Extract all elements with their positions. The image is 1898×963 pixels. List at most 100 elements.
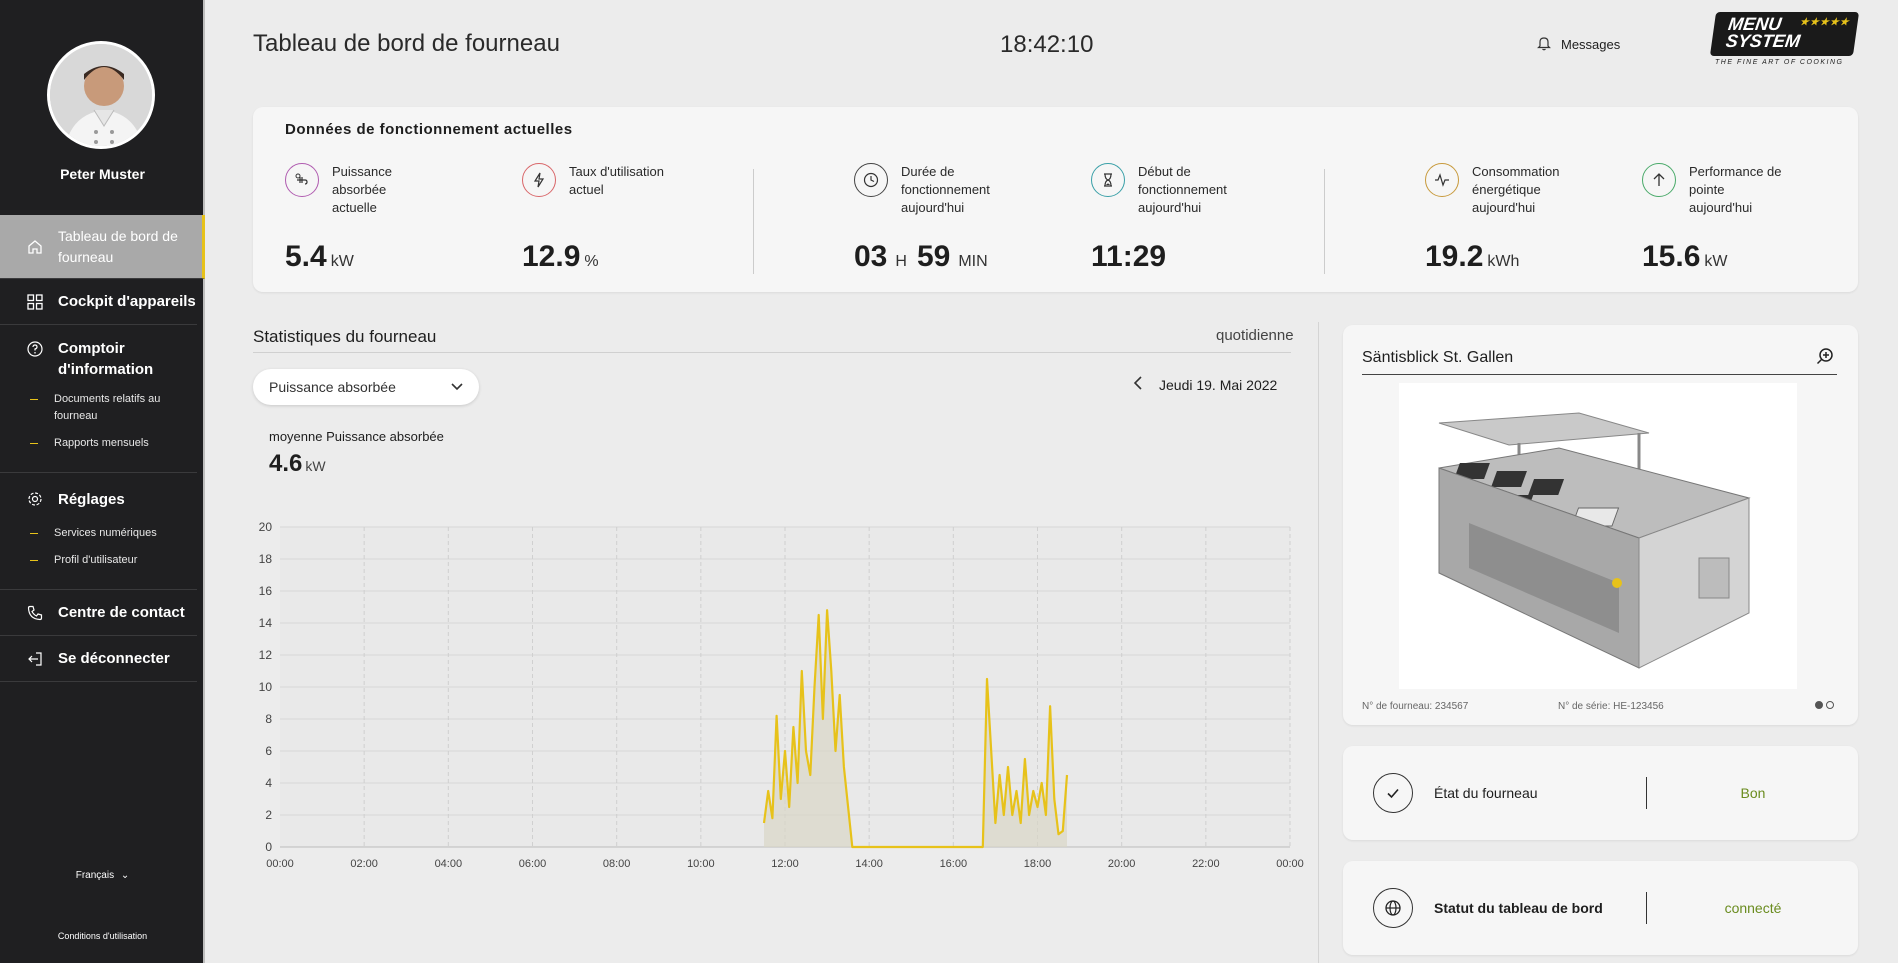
pulse-icon — [1425, 163, 1459, 197]
chevron-down-icon: ⌄ — [120, 870, 130, 881]
dashboard-status-card: Statut du tableau de bord connecté — [1343, 861, 1858, 955]
chevron-left-icon[interactable] — [1133, 376, 1143, 393]
sidebar-item-settings[interactable]: Réglages — [0, 473, 197, 525]
date-label: Jeudi 19. Mai 2022 — [1159, 376, 1278, 393]
value-unit: kWh — [1487, 253, 1520, 270]
status-value: Bon — [1740, 785, 1766, 801]
y-tick-label: 6 — [265, 744, 272, 758]
value-number: 4.6 — [269, 450, 303, 477]
y-tick-label: 14 — [259, 616, 273, 630]
divider — [1318, 322, 1319, 963]
avatar[interactable] — [47, 41, 155, 149]
logo-stars: ★★★★★ — [1799, 17, 1851, 28]
arrow-up-icon — [1642, 163, 1676, 197]
logout-icon — [26, 650, 44, 668]
value-unit: kW — [330, 253, 354, 270]
x-tick-label: 16:00 — [940, 858, 968, 870]
y-tick-label: 12 — [259, 648, 273, 662]
status-label: État du fourneau — [1434, 785, 1538, 801]
sidebar-item-label: Tableau de bord de fourneau — [58, 227, 178, 265]
clock-icon — [854, 163, 888, 197]
kitchen-card: Säntisblick St. Gallen N° de fourneau: 2… — [1343, 325, 1858, 725]
divider — [253, 352, 1291, 353]
metric-dropdown[interactable]: Puissance absorbée — [253, 369, 479, 405]
frequency-toggle[interactable]: quotidienne — [1216, 327, 1294, 344]
carousel-dot-active[interactable] — [1815, 701, 1823, 709]
y-tick-label: 2 — [265, 808, 272, 822]
messages-label: Messages — [1561, 37, 1621, 52]
metric-label: Taux d'utilisation actuel — [569, 164, 664, 197]
page-title: Tableau de bord de fourneau — [253, 30, 560, 57]
zoom-in-icon[interactable] — [1816, 347, 1834, 370]
sidebar-subitem-digital-services[interactable]: Services numériques — [0, 525, 200, 542]
divider — [1324, 169, 1325, 274]
value-number: 5.4 — [285, 240, 327, 273]
subitem-label: Documents relatifs au fourneau — [54, 393, 161, 422]
dropdown-value: Puissance absorbée — [269, 379, 396, 395]
divider — [1646, 892, 1647, 924]
sidebar-item-dashboard[interactable]: Tableau de bord de fourneau — [0, 215, 205, 279]
metric-value: 12.9% — [522, 240, 599, 274]
clock: 18:42:10 — [1000, 31, 1094, 58]
value-number: 15.6 — [1642, 240, 1701, 273]
sidebar-subitem-user-profile[interactable]: Profil d'utilisateur — [0, 552, 200, 569]
y-tick-label: 4 — [265, 776, 272, 790]
terms-link[interactable]: Conditions d'utilisation — [0, 931, 205, 941]
sidebar-item-info[interactable]: Comptoir d'information — [0, 325, 197, 391]
sidebar-item-logout[interactable]: Se déconnecter — [0, 636, 197, 682]
sidebar-subitem-reports[interactable]: Rapports mensuels — [0, 435, 200, 452]
home-icon — [26, 238, 44, 256]
metric-label: Puissance absorbée actuelle — [332, 164, 392, 215]
value-unit: % — [584, 253, 599, 270]
carousel-dot[interactable] — [1826, 701, 1834, 709]
x-tick-label: 06:00 — [519, 858, 547, 870]
date-navigator: Jeudi 19. Mai 2022 — [1133, 376, 1277, 393]
stove-image[interactable] — [1399, 383, 1797, 689]
minutes-value: 59 — [916, 240, 951, 273]
x-tick-label: 02:00 — [350, 858, 378, 870]
stove-number: N° de fourneau: 234567 — [1362, 701, 1469, 712]
sidebar-item-label: Cockpit d'appareils — [58, 293, 196, 310]
metric-label: Début de fonctionnement aujourd'hui — [1138, 164, 1227, 215]
hourglass-icon — [1091, 163, 1125, 197]
divider — [753, 169, 754, 274]
sidebar-item-label: Réglages — [58, 490, 125, 508]
kitchen-title: Säntisblick St. Gallen — [1362, 349, 1514, 366]
gear-icon — [26, 490, 44, 508]
y-tick-label: 18 — [259, 552, 273, 566]
brand-logo: ★★★★★ MENU SYSTEM THE FINE ART OF COOKIN… — [1709, 12, 1860, 70]
metric-value: 19.2 kWh — [1425, 240, 1519, 274]
logo-box: ★★★★★ MENU SYSTEM — [1709, 12, 1860, 56]
sidebar-nav: Tableau de bord de fourneau Cockpit d'ap… — [0, 215, 205, 682]
value-number: 11:29 — [1091, 240, 1167, 273]
x-tick-label: 20:00 — [1108, 858, 1136, 870]
messages-button[interactable]: Messages — [1537, 35, 1620, 54]
x-tick-label: 12:00 — [771, 858, 799, 870]
divider — [1646, 777, 1647, 809]
dash-marker — [30, 443, 38, 444]
chevron-down-icon — [449, 378, 465, 397]
phone-icon — [26, 604, 44, 622]
lightning-icon — [522, 163, 556, 197]
x-tick-label: 22:00 — [1192, 858, 1220, 870]
sidebar-item-label: Centre de contact — [58, 604, 185, 621]
status-value: connecté — [1724, 900, 1782, 916]
dash-marker — [30, 560, 38, 561]
x-tick-label: 04:00 — [435, 858, 463, 870]
metric-label: Performance de pointe aujourd'hui — [1689, 164, 1782, 215]
metric-label: Durée de fonctionnement aujourd'hui — [901, 164, 990, 215]
language-selector[interactable]: Français ⌄ — [0, 870, 205, 881]
subitem-label: Services numériques — [54, 527, 157, 539]
y-tick-label: 0 — [265, 840, 272, 854]
metric-value: 15.6 kW — [1642, 240, 1728, 274]
dash-marker — [30, 399, 38, 400]
globe-icon — [1373, 888, 1413, 928]
sidebar-subitem-documents[interactable]: Documents relatifs au fourneau — [0, 391, 200, 425]
question-icon — [26, 340, 44, 358]
sidebar-item-contact[interactable]: Centre de contact — [0, 590, 197, 636]
value-unit: kW — [305, 458, 326, 474]
stove-status-card: État du fourneau Bon — [1343, 746, 1858, 840]
sidebar-item-cockpit[interactable]: Cockpit d'appareils — [0, 279, 197, 325]
settings-submenu: Services numériques Profil d'utilisateur — [0, 525, 197, 590]
hours-value: 03 — [854, 240, 888, 273]
